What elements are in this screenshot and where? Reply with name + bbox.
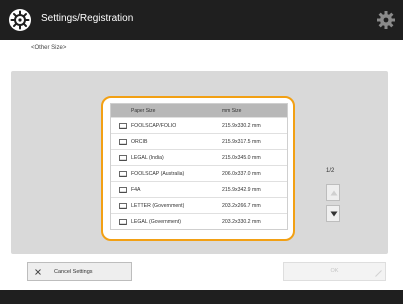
page-title: Settings/Registration [41,13,134,24]
paper-size-list: Paper Size mm Size FOOLSCAP/FOLIO 215.9x… [110,103,288,230]
column-header-paper-size: Paper Size [131,108,156,114]
scroll-down-button[interactable] [326,205,340,222]
paper-size-list-frame: Paper Size mm Size FOOLSCAP/FOLIO 215.9x… [101,96,295,241]
paper-size-mm: 215.9x342.9 mm [222,187,261,193]
title-bar: Settings/Registration [0,0,403,40]
paper-size-mm: 206.0x337.0 mm [222,171,261,177]
list-item[interactable]: LEGAL (India) 215.0x345.0 mm [111,149,287,165]
column-header-mm-size: mm Size [222,108,242,114]
paper-size-name: LETTER (Government) [131,203,185,209]
paper-icon [119,155,127,161]
cancel-settings-button[interactable]: Cancel Settings [27,262,132,281]
paper-icon [119,139,127,145]
bottom-bar [0,290,403,304]
close-icon [35,269,41,275]
paper-size-mm: 203.2x330.2 mm [222,219,261,225]
list-item[interactable]: FOOLSCAP (Australia) 206.0x337.0 mm [111,165,287,181]
chevron-down-icon [330,211,338,217]
paper-icon [119,203,127,209]
list-item[interactable]: ORCIB 215.9x317.5 mm [111,133,287,149]
scroll-up-button[interactable] [326,184,340,201]
paper-size-name: FOOLSCAP/FOLIO [131,123,177,129]
list-item[interactable]: LEGAL (Government) 203.2x330.2 mm [111,213,287,229]
paper-size-name: LEGAL (India) [131,155,164,161]
paper-size-name: LEGAL (Government) [131,219,181,225]
ok-label: OK [330,268,339,274]
cancel-settings-label: Cancel Settings [54,269,93,275]
paper-icon [119,219,127,225]
chevron-up-icon [330,190,338,196]
paper-size-mm: 203.2x266.7 mm [222,203,261,209]
ok-button[interactable]: OK [283,262,386,281]
list-header: Paper Size mm Size [111,104,287,117]
paper-size-name: FOOLSCAP (Australia) [131,171,185,177]
paper-icon [119,171,127,177]
paper-icon [119,123,127,129]
paper-size-name: F4A [131,187,141,193]
list-item[interactable]: FOOLSCAP/FOLIO 215.9x330.2 mm [111,117,287,133]
page-indicator: 1/2 [326,168,335,174]
list-item[interactable]: F4A 215.9x342.9 mm [111,181,287,197]
corner-arrow-icon [375,270,382,277]
paper-icon [119,187,127,193]
screen-subtitle: <Other Size> [31,45,67,51]
paper-size-mm: 215.0x345.0 mm [222,155,261,161]
gear-icon[interactable] [376,10,396,30]
paper-size-name: ORCIB [131,139,148,145]
list-item[interactable]: LETTER (Government) 203.2x266.7 mm [111,197,287,213]
settings-registration-icon [9,9,31,31]
paper-size-mm: 215.9x330.2 mm [222,123,261,129]
paper-size-mm: 215.9x317.5 mm [222,139,261,145]
